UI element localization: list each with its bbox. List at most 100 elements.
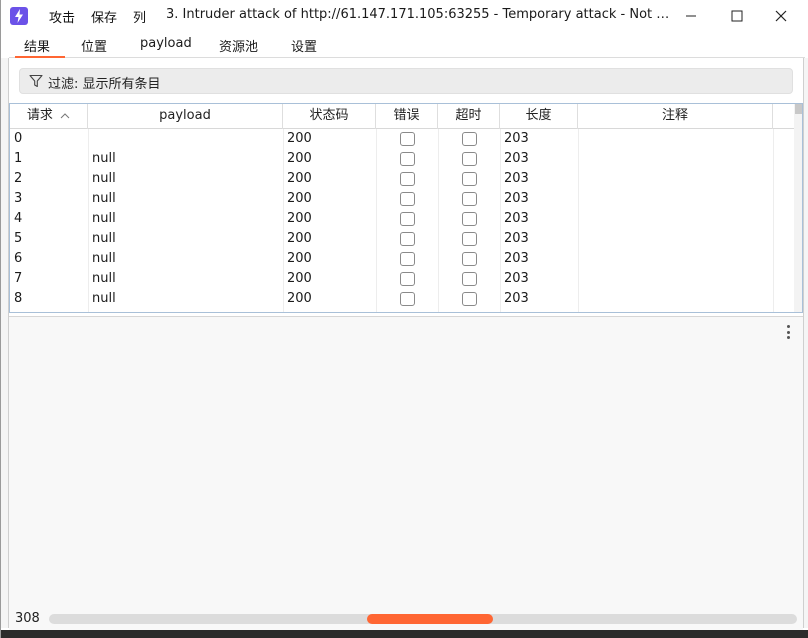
checkbox-timeout[interactable] bbox=[462, 292, 477, 306]
cell-status: 200 bbox=[287, 191, 312, 206]
cell-request: 8 bbox=[14, 291, 23, 306]
cell-length: 203 bbox=[504, 171, 529, 186]
cell-status: 200 bbox=[287, 151, 312, 166]
checkbox-error[interactable] bbox=[400, 292, 415, 306]
cell-payload: null bbox=[92, 171, 116, 186]
tab-settings[interactable]: 设置 bbox=[291, 36, 317, 58]
checkbox-timeout[interactable] bbox=[462, 172, 477, 186]
table-row[interactable]: 5 null 200 203 bbox=[10, 229, 794, 249]
cell-payload: null bbox=[92, 151, 116, 166]
checkbox-error[interactable] bbox=[400, 232, 415, 246]
cell-payload: null bbox=[92, 211, 116, 226]
table-row[interactable]: 3 null 200 203 bbox=[10, 189, 794, 209]
table-row[interactable]: 4 null 200 203 bbox=[10, 209, 794, 229]
checkbox-timeout[interactable] bbox=[462, 272, 477, 286]
cell-request: 3 bbox=[14, 191, 23, 206]
cell-status: 200 bbox=[287, 231, 312, 246]
menu-attack[interactable]: 攻击 bbox=[49, 7, 75, 26]
tab-resource-pool[interactable]: 资源池 bbox=[219, 36, 258, 58]
cell-status: 200 bbox=[287, 171, 312, 186]
vertical-scrollbar[interactable] bbox=[794, 104, 802, 312]
horizontal-scrollbar-thumb[interactable] bbox=[367, 614, 493, 624]
maximize-button[interactable] bbox=[725, 4, 749, 28]
cell-payload: null bbox=[92, 231, 116, 246]
cell-length: 203 bbox=[504, 191, 529, 206]
table-row[interactable]: 7 null 200 203 bbox=[10, 269, 794, 289]
minimize-button[interactable] bbox=[679, 4, 703, 28]
cell-length: 203 bbox=[504, 151, 529, 166]
request-count: 308 bbox=[15, 611, 40, 626]
cell-request: 6 bbox=[14, 251, 23, 266]
close-button[interactable] bbox=[769, 4, 793, 28]
table-row[interactable]: 6 null 200 203 bbox=[10, 249, 794, 269]
column-header-timeout[interactable]: 超时 bbox=[438, 104, 500, 129]
cell-request: 0 bbox=[14, 131, 23, 146]
tab-positions[interactable]: 位置 bbox=[81, 36, 107, 58]
tab-results[interactable]: 结果 bbox=[15, 36, 65, 58]
filter-bar[interactable]: 过滤: 显示所有条目 bbox=[19, 68, 793, 94]
tab-payload[interactable]: payload bbox=[140, 36, 192, 58]
minimize-icon bbox=[686, 15, 696, 17]
checkbox-error[interactable] bbox=[400, 132, 415, 146]
cell-length: 203 bbox=[504, 231, 529, 246]
checkbox-error[interactable] bbox=[400, 212, 415, 226]
table-row[interactable]: 8 null 200 203 bbox=[10, 289, 794, 309]
cell-payload: null bbox=[92, 251, 116, 266]
cell-request: 2 bbox=[14, 171, 23, 186]
maximize-icon bbox=[731, 10, 743, 22]
checkbox-timeout[interactable] bbox=[462, 152, 477, 166]
table-row[interactable]: 1 null 200 203 bbox=[10, 149, 794, 169]
cell-status: 200 bbox=[287, 271, 312, 286]
lightning-icon bbox=[10, 7, 28, 25]
tab-bar: 结果 位置 payload 资源池 设置 bbox=[9, 32, 805, 58]
cell-payload: null bbox=[92, 191, 116, 206]
cell-payload: null bbox=[92, 291, 116, 306]
taskbar-edge bbox=[1, 630, 808, 638]
table-row[interactable]: 2 null 200 203 bbox=[10, 169, 794, 189]
table-row[interactable]: 0 200 203 bbox=[10, 129, 794, 149]
cell-request: 4 bbox=[14, 211, 23, 226]
checkbox-error[interactable] bbox=[400, 172, 415, 186]
cell-request: 5 bbox=[14, 231, 23, 246]
cell-status: 200 bbox=[287, 211, 312, 226]
vertical-scrollbar-thumb[interactable] bbox=[795, 104, 802, 114]
more-options-icon[interactable] bbox=[787, 325, 791, 339]
results-table: 请求 payload 状态码 错误 超时 长度 注释 0 200 203 1 null 2… bbox=[9, 103, 803, 313]
column-header-request[interactable]: 请求 bbox=[10, 104, 88, 129]
checkbox-timeout[interactable] bbox=[462, 192, 477, 206]
request-response-panel bbox=[9, 316, 803, 608]
checkbox-timeout[interactable] bbox=[462, 132, 477, 146]
menu-columns[interactable]: 列 bbox=[133, 7, 146, 26]
title-bar: 攻击 保存 列 3. Intruder attack of http://61.… bbox=[1, 0, 808, 32]
cell-request: 7 bbox=[14, 271, 23, 286]
checkbox-timeout[interactable] bbox=[462, 232, 477, 246]
filter-label: 过滤: 显示所有条目 bbox=[48, 77, 161, 92]
status-bar: 308 bbox=[9, 608, 803, 630]
cell-length: 203 bbox=[504, 131, 529, 146]
checkbox-error[interactable] bbox=[400, 192, 415, 206]
cell-length: 203 bbox=[504, 251, 529, 266]
window-title: 3. Intruder attack of http://61.147.171.… bbox=[166, 7, 676, 22]
menu-save[interactable]: 保存 bbox=[91, 7, 117, 26]
column-header-payload[interactable]: payload bbox=[88, 104, 283, 129]
checkbox-error[interactable] bbox=[400, 152, 415, 166]
cell-request: 1 bbox=[14, 151, 23, 166]
sort-ascending-icon bbox=[60, 113, 70, 119]
cell-length: 203 bbox=[504, 211, 529, 226]
cell-status: 200 bbox=[287, 291, 312, 306]
background-window-edge-right bbox=[803, 58, 808, 628]
checkbox-error[interactable] bbox=[400, 252, 415, 266]
close-icon bbox=[775, 10, 787, 22]
column-header-length[interactable]: 长度 bbox=[500, 104, 578, 129]
checkbox-timeout[interactable] bbox=[462, 212, 477, 226]
column-header-error[interactable]: 错误 bbox=[376, 104, 438, 129]
cell-status: 200 bbox=[287, 251, 312, 266]
funnel-icon bbox=[29, 74, 43, 88]
horizontal-scrollbar[interactable] bbox=[49, 614, 797, 624]
cell-length: 203 bbox=[504, 271, 529, 286]
column-header-comment[interactable]: 注释 bbox=[578, 104, 773, 129]
checkbox-error[interactable] bbox=[400, 272, 415, 286]
column-header-status[interactable]: 状态码 bbox=[283, 104, 376, 129]
checkbox-timeout[interactable] bbox=[462, 252, 477, 266]
background-window-edge-left bbox=[1, 58, 9, 628]
